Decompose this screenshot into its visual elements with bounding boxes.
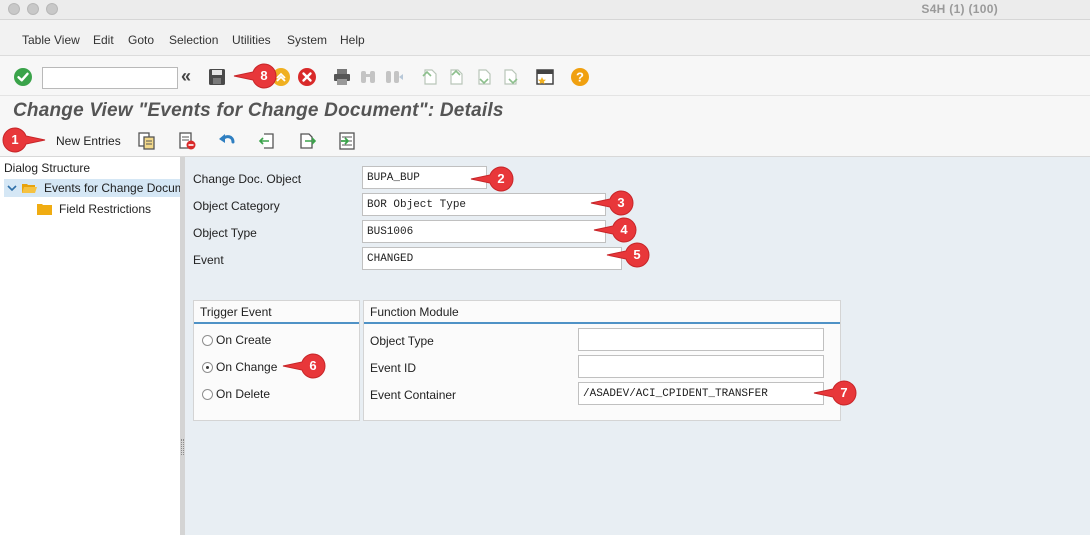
svg-text:?: ? bbox=[576, 70, 584, 85]
menu-edit[interactable]: Edit bbox=[93, 33, 114, 47]
menu-selection[interactable]: Selection bbox=[169, 33, 218, 47]
function-module-group: Function Module Object Type Event ID Eve… bbox=[363, 300, 841, 421]
menu-utilities[interactable]: Utilities bbox=[232, 33, 271, 47]
label-fm-object-type: Object Type bbox=[370, 334, 434, 348]
command-field[interactable] bbox=[42, 67, 178, 89]
radio-on-create-label[interactable]: On Create bbox=[216, 333, 271, 347]
pane-splitter[interactable] bbox=[180, 157, 185, 535]
label-object-type: Object Type bbox=[193, 226, 257, 240]
splitter-grip-icon[interactable] bbox=[181, 439, 184, 455]
callout-marker-2: 2 bbox=[470, 166, 514, 192]
fm-object-type-field[interactable] bbox=[578, 328, 824, 351]
find-icon[interactable] bbox=[358, 67, 378, 87]
label-fm-event-id: Event ID bbox=[370, 361, 417, 375]
help-icon[interactable]: ? bbox=[570, 67, 590, 87]
change-doc-object-field[interactable]: BUPA_BUP bbox=[362, 166, 487, 189]
function-module-header: Function Module bbox=[364, 301, 840, 324]
chevron-down-icon[interactable] bbox=[7, 182, 17, 192]
callout-marker-8: 8 bbox=[233, 63, 277, 89]
callout-marker-4: 4 bbox=[593, 217, 637, 243]
select-all-icon[interactable] bbox=[337, 131, 357, 151]
fm-event-container-field[interactable]: /ASADEV/ACI_CPIDENT_TRANSFER bbox=[578, 382, 824, 405]
function-module-heading: Function Module bbox=[370, 305, 459, 319]
save-icon[interactable] bbox=[207, 67, 227, 87]
print-icon[interactable] bbox=[332, 67, 352, 87]
dialog-structure-heading: Dialog Structure bbox=[4, 161, 91, 175]
object-category-field[interactable]: BOR Object Type bbox=[362, 193, 606, 216]
command-field-toggle[interactable]: « bbox=[181, 66, 191, 87]
tree-item-label: Events for Change Document bbox=[44, 181, 181, 195]
callout-number: 6 bbox=[309, 358, 317, 373]
object-type-field[interactable]: BUS1006 bbox=[362, 220, 606, 243]
callout-marker-1: 1 bbox=[2, 127, 46, 153]
window-titlebar: S4H (1) (100) bbox=[0, 0, 1090, 20]
enter-check-icon[interactable] bbox=[13, 67, 33, 87]
callout-number: 1 bbox=[11, 132, 19, 147]
label-event: Event bbox=[193, 253, 224, 267]
last-page-icon[interactable] bbox=[500, 67, 520, 87]
new-entries-button[interactable]: New Entries bbox=[56, 134, 121, 148]
menu-table-view[interactable]: Table View bbox=[22, 33, 80, 47]
fm-event-id-field[interactable] bbox=[578, 355, 824, 378]
callout-number: 4 bbox=[620, 222, 628, 237]
trigger-event-group: Trigger Event On Create On Change On Del… bbox=[193, 300, 360, 421]
copy-as-icon[interactable] bbox=[137, 131, 157, 151]
trigger-event-heading: Trigger Event bbox=[200, 305, 272, 319]
trigger-event-header: Trigger Event bbox=[194, 301, 359, 324]
callout-number: 8 bbox=[260, 68, 268, 83]
page-title: Change View "Events for Change Document"… bbox=[13, 100, 504, 121]
next-entry-icon[interactable] bbox=[297, 131, 317, 151]
previous-entry-icon[interactable] bbox=[257, 131, 277, 151]
callout-number: 5 bbox=[633, 247, 641, 262]
radio-on-delete[interactable] bbox=[202, 389, 213, 400]
system-title: S4H (1) (100) bbox=[921, 2, 998, 16]
standard-toolbar: « ? bbox=[0, 56, 1090, 96]
application-toolbar: New Entries bbox=[0, 126, 1090, 157]
menu-system[interactable]: System bbox=[287, 33, 327, 47]
callout-number: 3 bbox=[617, 195, 625, 210]
folder-icon bbox=[37, 203, 52, 215]
callout-marker-6: 6 bbox=[282, 353, 326, 379]
layout-icon[interactable] bbox=[535, 67, 555, 87]
dialog-structure-pane: Dialog Structure Events for Change Docum… bbox=[0, 157, 181, 535]
radio-selected-dot bbox=[206, 366, 209, 369]
open-folder-icon bbox=[22, 182, 37, 194]
radio-on-create[interactable] bbox=[202, 335, 213, 346]
window-zoom-button[interactable] bbox=[46, 3, 58, 15]
callout-number: 7 bbox=[840, 385, 848, 400]
cancel-icon[interactable] bbox=[297, 67, 317, 87]
previous-page-icon[interactable] bbox=[446, 67, 466, 87]
event-field[interactable]: CHANGED bbox=[362, 247, 622, 270]
window-minimize-button[interactable] bbox=[27, 3, 39, 15]
find-next-icon[interactable] bbox=[384, 67, 404, 87]
callout-marker-3: 3 bbox=[590, 190, 634, 216]
radio-on-delete-label[interactable]: On Delete bbox=[216, 387, 270, 401]
radio-on-change[interactable] bbox=[202, 362, 213, 373]
next-page-icon[interactable] bbox=[474, 67, 494, 87]
menu-bar: Table View Edit Goto Selection Utilities… bbox=[0, 20, 1090, 56]
first-page-icon[interactable] bbox=[420, 67, 440, 87]
callout-number: 2 bbox=[497, 171, 505, 186]
radio-on-change-label[interactable]: On Change bbox=[216, 360, 277, 374]
delete-icon[interactable] bbox=[177, 131, 197, 151]
callout-marker-5: 5 bbox=[606, 242, 650, 268]
label-fm-event-container: Event Container bbox=[370, 388, 457, 402]
menu-help[interactable]: Help bbox=[340, 33, 365, 47]
tree-item-field-restrictions[interactable]: Field Restrictions bbox=[59, 202, 151, 216]
label-change-doc-object: Change Doc. Object bbox=[193, 172, 302, 186]
title-area: Change View "Events for Change Document"… bbox=[0, 96, 1090, 126]
window-close-button[interactable] bbox=[8, 3, 20, 15]
menu-goto[interactable]: Goto bbox=[128, 33, 154, 47]
callout-marker-7: 7 bbox=[813, 380, 857, 406]
undo-icon[interactable] bbox=[217, 131, 237, 151]
tree-item-events-for-change-document[interactable]: Events for Change Document bbox=[4, 179, 181, 197]
label-object-category: Object Category bbox=[193, 199, 280, 213]
